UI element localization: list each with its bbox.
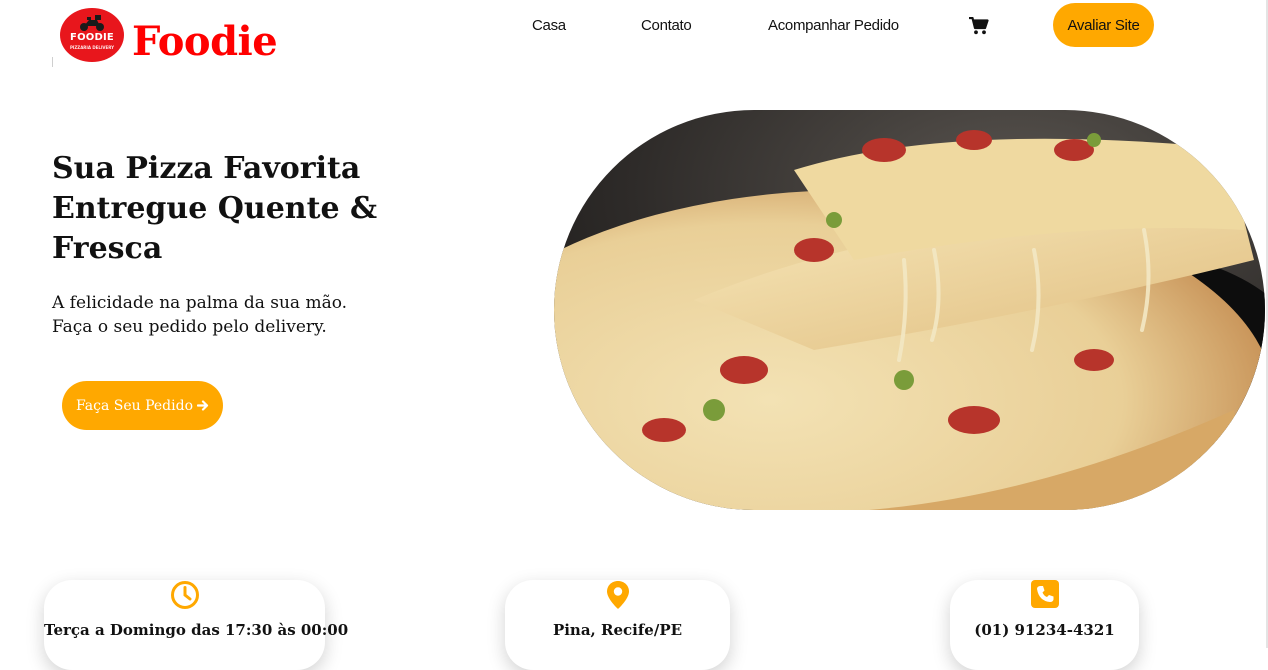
- hero-pizza-image: [554, 110, 1265, 510]
- logo-badge[interactable]: FOODIE PIZZARIA DELIVERY: [60, 8, 124, 62]
- logo-badge-title: FOODIE: [70, 32, 114, 43]
- hero-subtitle-line-2: Faça o seu pedido pelo delivery.: [52, 317, 327, 337]
- map-pin-icon: [606, 581, 629, 609]
- pizza-illustration: [554, 110, 1265, 510]
- logo-badge-subtitle: PIZZARIA DELIVERY: [69, 45, 115, 50]
- phone-icon: [1030, 580, 1059, 608]
- phone-number: (01) 91234-4321: [974, 621, 1115, 639]
- nav-link-acompanhar-pedido[interactable]: Acompanhar Pedido: [768, 14, 899, 38]
- scooter-icon: [80, 15, 104, 31]
- order-button[interactable]: Faça Seu Pedido: [62, 381, 223, 430]
- divider: [52, 57, 53, 67]
- clock-icon: [170, 581, 199, 609]
- brand-name[interactable]: Foodie: [132, 16, 278, 68]
- nav-link-casa[interactable]: Casa: [532, 14, 566, 38]
- order-button-label: Faça Seu Pedido: [76, 397, 193, 414]
- rate-site-button[interactable]: Avaliar Site: [1053, 3, 1154, 47]
- hero-subtitle-line-1: A felicidade na palma da sua mão.: [52, 293, 348, 313]
- opening-hours: Terça a Domingo das 17:30 às 00:00: [44, 621, 349, 639]
- phone-card: (01) 91234-4321: [950, 580, 1139, 670]
- shopping-cart-icon[interactable]: [969, 17, 989, 35]
- hero-subtitle: A felicidade na palma da sua mão. Faça o…: [52, 291, 382, 339]
- hours-card: Terça a Domingo das 17:30 às 00:00: [44, 580, 349, 670]
- arrow-right-icon: [196, 399, 209, 411]
- location-card: Pina, Recife/PE: [505, 580, 730, 670]
- hero-title: Sua Pizza Favorita Entregue Quente & Fre…: [52, 151, 378, 266]
- nav-link-contato[interactable]: Contato: [641, 14, 692, 38]
- address: Pina, Recife/PE: [552, 621, 683, 639]
